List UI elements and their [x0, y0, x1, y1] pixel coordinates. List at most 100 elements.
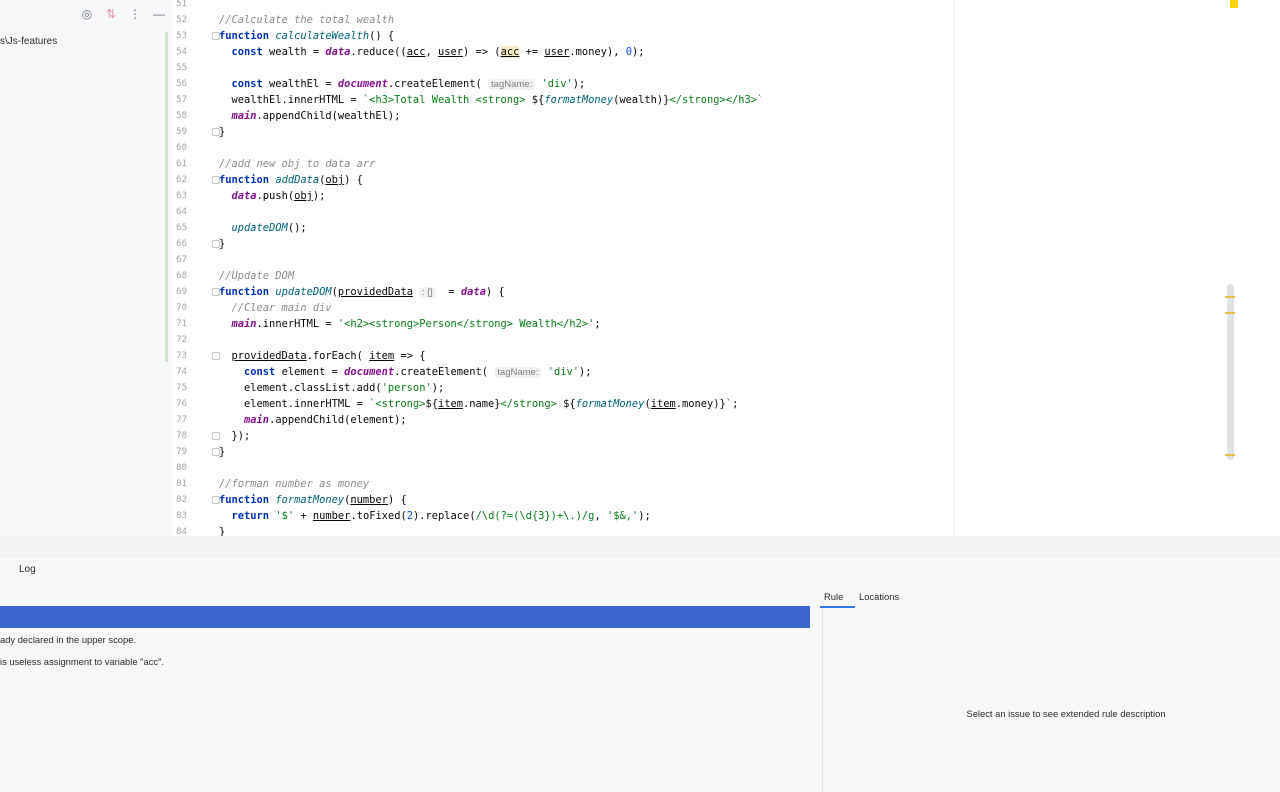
collapse-icon[interactable]: ⇅ — [103, 6, 119, 22]
project-path-label[interactable]: s\Js-features — [0, 36, 57, 47]
code-text[interactable]: //Update DOM — [219, 268, 294, 284]
code-line[interactable]: 69 function updateDOM(providedData : [] =… — [172, 284, 952, 300]
panel-divider — [822, 608, 823, 792]
right-margin-guide — [954, 0, 955, 536]
line-number: 66 — [176, 239, 187, 249]
code-line[interactable]: 75 element.classList.add('person'); — [172, 380, 952, 396]
more-vertical-icon[interactable]: ⋮ — [127, 6, 143, 22]
code-text[interactable]: element.innerHTML = `<strong>${item.name… — [219, 396, 738, 412]
code-line[interactable]: 84} — [172, 524, 952, 536]
vertical-scrollbar[interactable] — [1225, 284, 1235, 460]
scroll-marker — [1225, 454, 1235, 456]
code-text[interactable]: wealthEl.innerHTML = `<h3>Total Wealth <… — [219, 92, 764, 108]
code-line[interactable]: 53 function calculateWealth() { — [172, 28, 952, 44]
tab-log[interactable]: Log — [19, 564, 36, 575]
code-line[interactable]: 71 main.innerHTML = '<h2><strong>Person<… — [172, 316, 952, 332]
code-line[interactable]: 83 return '$' + number.toFixed(2).replac… — [172, 508, 952, 524]
code-text[interactable]: main.innerHTML = '<h2><strong>Person</st… — [219, 316, 601, 332]
selected-problem-row[interactable] — [0, 606, 810, 628]
target-icon[interactable]: ◎ — [79, 6, 95, 22]
code-line[interactable]: 51 — [172, 0, 952, 12]
code-text[interactable]: } — [219, 124, 225, 140]
line-number: 58 — [176, 111, 187, 121]
code-text[interactable]: const wealthEl = document.createElement(… — [219, 76, 585, 93]
project-toolbar: ◎ ⇅ ⋮ — — [79, 4, 167, 24]
line-number: 63 — [176, 191, 187, 201]
code-text[interactable]: function formatMoney(number) { — [219, 492, 407, 508]
code-text[interactable]: } — [219, 236, 225, 252]
code-text[interactable]: data.push(obj); — [219, 188, 326, 204]
code-text[interactable]: const element = document.createElement( … — [219, 364, 592, 381]
code-text[interactable]: } — [219, 524, 225, 536]
code-line[interactable]: 82 function formatMoney(number) { — [172, 492, 952, 508]
line-number: 69 — [176, 287, 187, 297]
minimap[interactable] — [1228, 0, 1280, 536]
active-tab-indicator — [820, 606, 855, 608]
warning-marker-icon[interactable] — [1230, 0, 1238, 8]
code-line[interactable]: 61 //add new obj to data arr — [172, 156, 952, 172]
code-line[interactable]: 55 — [172, 60, 952, 76]
minimize-icon[interactable]: — — [151, 6, 167, 22]
code-text[interactable]: return '$' + number.toFixed(2).replace(/… — [219, 508, 651, 524]
code-line[interactable]: 72 — [172, 332, 952, 348]
code-text[interactable]: main.appendChild(element); — [219, 412, 407, 428]
code-line[interactable]: 74 const element = document.createElemen… — [172, 364, 952, 380]
tab-rule[interactable]: Rule — [824, 591, 843, 602]
code-text[interactable]: updateDOM(); — [219, 220, 307, 236]
line-number: 52 — [176, 15, 187, 25]
line-number: 72 — [176, 335, 187, 345]
code-line[interactable]: 66} — [172, 236, 952, 252]
code-line[interactable]: 58 main.appendChild(wealthEl); — [172, 108, 952, 124]
code-line[interactable]: 67 — [172, 252, 952, 268]
code-line[interactable]: 79} — [172, 444, 952, 460]
code-text[interactable]: //forman number as money — [219, 476, 369, 492]
code-line[interactable]: 63 data.push(obj); — [172, 188, 952, 204]
line-number: 81 — [176, 479, 187, 489]
line-number: 68 — [176, 271, 187, 281]
code-text[interactable]: function calculateWealth() { — [219, 28, 394, 44]
problem-item[interactable]: ady declared in the upper scope. — [0, 634, 136, 645]
code-line[interactable]: 52 //Calculate the total wealth — [172, 12, 952, 28]
code-line[interactable]: 80 — [172, 460, 952, 476]
code-line[interactable]: 54 const wealth = data.reduce((acc, user… — [172, 44, 952, 60]
line-number: 61 — [176, 159, 187, 169]
code-text[interactable]: function updateDOM(providedData : [] = d… — [219, 284, 505, 301]
code-line[interactable]: 78 }); — [172, 428, 952, 444]
code-line[interactable]: 60 — [172, 140, 952, 156]
code-text[interactable]: const wealth = data.reduce((acc, user) =… — [219, 44, 645, 60]
code-line[interactable]: 70 //Clear main div — [172, 300, 952, 316]
rule-panel: Rule Locations Select an issue to see ex… — [816, 584, 1280, 792]
code-line[interactable]: 56 const wealthEl = document.createEleme… — [172, 76, 952, 92]
line-number: 60 — [176, 143, 187, 153]
code-line[interactable]: 59} — [172, 124, 952, 140]
code-text[interactable]: providedData.forEach( item => { — [219, 348, 426, 364]
line-number: 55 — [176, 63, 187, 73]
code-text[interactable]: }); — [219, 428, 251, 444]
code-text[interactable]: } — [219, 444, 225, 460]
code-line[interactable]: 76 element.innerHTML = `<strong>${item.n… — [172, 396, 952, 412]
code-line[interactable]: 57 wealthEl.innerHTML = `<h3>Total Wealt… — [172, 92, 952, 108]
code-line[interactable]: 81 //forman number as money — [172, 476, 952, 492]
project-panel: ◎ ⇅ ⋮ — s\Js-features — [0, 0, 171, 536]
code-text[interactable]: //add new obj to data arr — [219, 156, 375, 172]
code-line[interactable]: 62 function addData(obj) { — [172, 172, 952, 188]
code-editor[interactable]: 51 52 //Calculate the total wealth 53 functi… — [172, 0, 1280, 536]
code-text[interactable]: main.appendChild(wealthEl); — [219, 108, 401, 124]
code-text[interactable]: //Clear main div — [219, 300, 332, 316]
code-line[interactable]: 65 updateDOM(); — [172, 220, 952, 236]
code-line[interactable]: 77 main.appendChild(element); — [172, 412, 952, 428]
line-number: 74 — [176, 367, 187, 377]
bottom-tab-bar: Log — [0, 558, 1280, 584]
code-line[interactable]: 64 — [172, 204, 952, 220]
problems-list: ady declared in the upper scope. is usel… — [0, 584, 822, 792]
code-text[interactable]: function addData(obj) { — [219, 172, 363, 188]
tab-locations[interactable]: Locations — [859, 591, 899, 602]
line-number: 70 — [176, 303, 187, 313]
code-line[interactable]: 68 //Update DOM — [172, 268, 952, 284]
line-number: 51 — [176, 0, 187, 9]
line-number: 84 — [176, 527, 187, 536]
code-text[interactable]: //Calculate the total wealth — [219, 12, 394, 28]
code-text[interactable]: element.classList.add('person'); — [219, 380, 444, 396]
problem-item[interactable]: is useless assignment to variable "acc". — [0, 656, 164, 667]
code-line[interactable]: 73 providedData.forEach( item => { — [172, 348, 952, 364]
